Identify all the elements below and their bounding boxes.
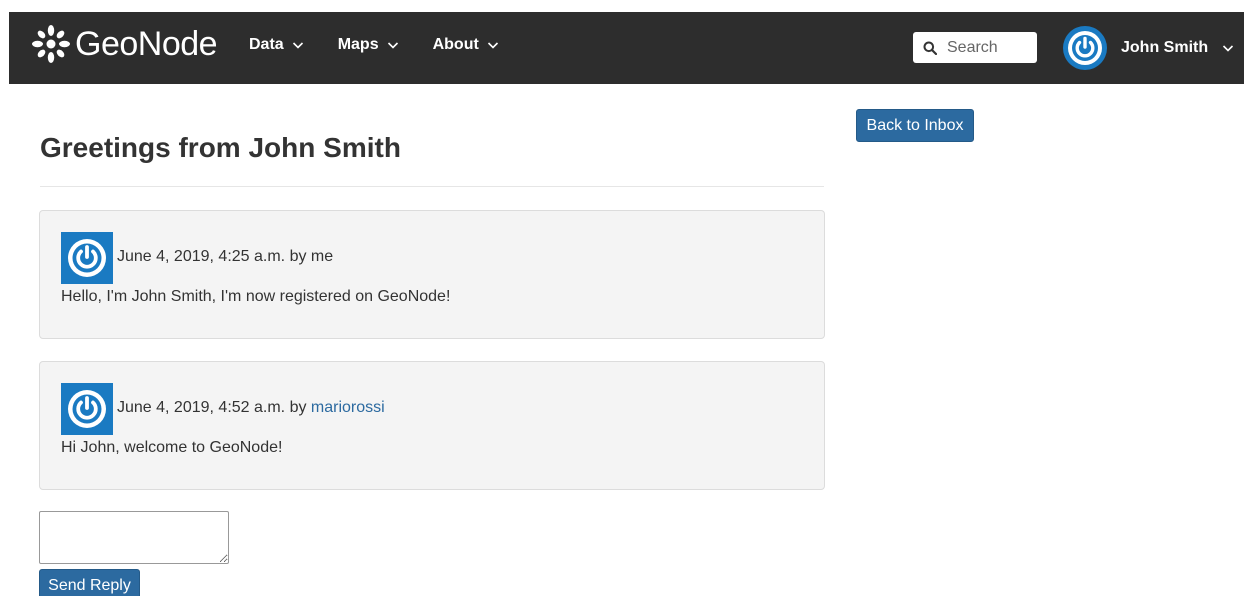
message-meta: June 4, 2019, 4:25 a.m. by me: [117, 248, 334, 265]
message-meta: June 4, 2019, 4:52 a.m. by mariorossi: [117, 399, 385, 417]
search-icon: [923, 41, 937, 55]
user-menu[interactable]: John Smith: [1063, 26, 1234, 70]
chevron-down-icon: [1223, 45, 1234, 52]
nav-maps-label: Maps: [337, 36, 379, 53]
title-divider: [40, 186, 824, 187]
main-nav: Data Maps About: [249, 36, 533, 54]
message-item: June 4, 2019, 4:52 a.m. by mariorossi Hi…: [39, 361, 825, 490]
search-input[interactable]: [947, 38, 1027, 57]
page-title: Greetings from John Smith: [40, 132, 401, 163]
chevron-down-icon: [487, 42, 498, 49]
top-navbar: GeoNode Data Maps About John Smi: [9, 12, 1244, 84]
nav-data-menu[interactable]: Data: [249, 36, 304, 54]
message-body: Hi John, welcome to GeoNode!: [61, 439, 283, 456]
nav-about-menu[interactable]: About: [433, 36, 499, 54]
message-body: Hello, I'm John Smith, I'm now registere…: [61, 288, 451, 305]
message-author-link[interactable]: mariorossi: [311, 399, 385, 416]
logo-text: GeoNode: [75, 24, 218, 63]
power-avatar-icon: [61, 232, 113, 284]
geonode-logo[interactable]: GeoNode: [31, 24, 218, 64]
message-item: June 4, 2019, 4:25 a.m. by me Hello, I'm…: [39, 210, 825, 339]
back-to-inbox-button[interactable]: Back to Inbox: [856, 109, 974, 142]
nav-about-label: About: [432, 36, 479, 53]
search-box: [913, 32, 1037, 63]
message-meta-date: June 4, 2019, 4:52 a.m. by: [117, 399, 311, 416]
geonode-logo-icon: [32, 25, 70, 63]
send-reply-button[interactable]: Send Reply: [39, 569, 140, 596]
user-name: John Smith: [1121, 39, 1209, 56]
chevron-down-icon: [292, 42, 303, 49]
chevron-down-icon: [387, 42, 398, 49]
nav-maps-menu[interactable]: Maps: [338, 36, 399, 54]
nav-data-label: Data: [249, 36, 284, 53]
reply-textarea[interactable]: [39, 511, 229, 564]
power-avatar-icon: [1063, 26, 1107, 70]
power-avatar-icon: [61, 383, 113, 435]
